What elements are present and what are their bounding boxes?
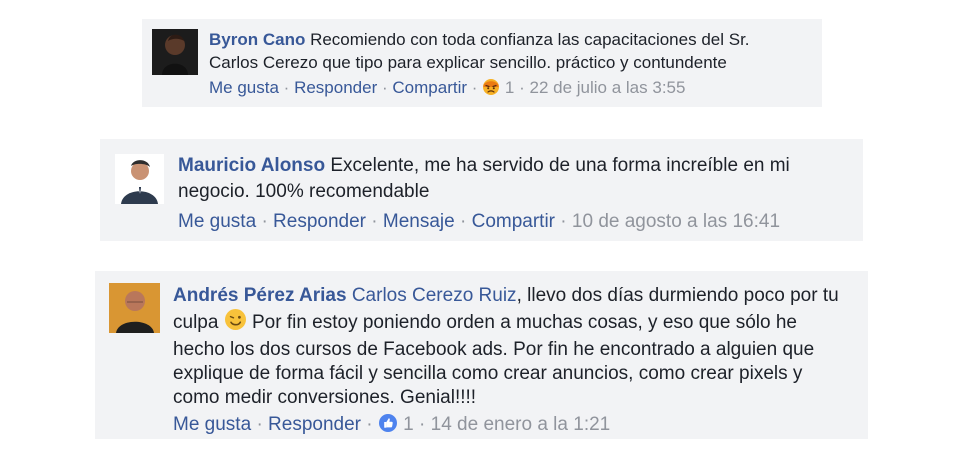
comment-text-line: explique de forma fácil y sencilla como … <box>173 363 803 384</box>
comment-content: Mauricio Alonso Excelente, me ha servido… <box>178 153 848 235</box>
separator-dot: · <box>381 78 388 97</box>
comment-content: Andrés Pérez Arias Carlos Cerezo Ruiz, l… <box>173 284 853 440</box>
comment-line: culpa Por fin estoy poniendo orden a muc… <box>173 308 853 338</box>
reaction-count[interactable]: 1 <box>505 78 514 97</box>
comment-text-line: Por fin estoy poniendo orden a muchas co… <box>246 312 797 333</box>
comment-line: Mauricio Alonso Excelente, me ha servido… <box>178 153 848 179</box>
comment-text-line: como medir conversiones. Genial!!!! <box>173 387 477 408</box>
wink-emoji-icon <box>224 308 247 338</box>
separator-dot: · <box>560 211 567 232</box>
reply-button[interactable]: Responder <box>273 211 366 232</box>
comment-line: Byron Cano Recomiendo con toda confianza… <box>209 28 809 51</box>
comment-text-line: , llevo dos días durmiendo poco por tu <box>516 285 839 306</box>
comment-text-line: Recomiendo con toda confianza las capaci… <box>310 30 750 49</box>
timestamp[interactable]: 14 de enero a la 1:21 <box>431 414 611 435</box>
separator-dot: · <box>256 414 263 435</box>
avatar[interactable] <box>109 283 160 333</box>
comment-card: Andrés Pérez Arias Carlos Cerezo Ruiz, l… <box>95 271 868 439</box>
share-button[interactable]: Compartir <box>472 211 555 232</box>
separator-dot: · <box>519 78 525 97</box>
author-name[interactable]: Andrés Pérez Arias <box>173 285 347 306</box>
comment-text-line: negocio. 100% recomendable <box>178 181 430 202</box>
comment-actions: Me gusta · Responder · Compartir · 1 · 2… <box>209 76 809 102</box>
comment-line: Andrés Pérez Arias Carlos Cerezo Ruiz, l… <box>173 284 853 308</box>
like-button[interactable]: Me gusta <box>209 78 279 97</box>
comment-text-line: culpa <box>173 312 219 333</box>
like-thumb-icon[interactable] <box>378 413 398 440</box>
angry-face-reaction-icon[interactable] <box>482 78 500 102</box>
avatar[interactable] <box>115 154 164 204</box>
comment-line: negocio. 100% recomendable <box>178 179 848 205</box>
comment-line: explique de forma fácil y sencilla como … <box>173 362 853 386</box>
author-name[interactable]: Mauricio Alonso <box>178 155 325 176</box>
comment-actions: Me gusta · Responder · Mensaje · Compart… <box>178 209 848 235</box>
comment-line: hecho los dos cursos de Facebook ads. Po… <box>173 338 853 362</box>
comment-line: como medir conversiones. Genial!!!! <box>173 386 853 410</box>
message-button[interactable]: Mensaje <box>383 211 455 232</box>
reply-button[interactable]: Responder <box>268 414 361 435</box>
comment-text-line: Excelente, me ha servido de una forma in… <box>330 155 790 176</box>
comment-card: Mauricio Alonso Excelente, me ha servido… <box>100 139 863 241</box>
avatar[interactable] <box>152 29 198 75</box>
timestamp[interactable]: 22 de julio a las 3:55 <box>530 78 686 97</box>
comment-actions: Me gusta · Responder · 1 · 14 de enero a… <box>173 413 853 440</box>
separator-dot: · <box>419 414 426 435</box>
separator-dot: · <box>371 211 378 232</box>
user-avatar-icon <box>115 154 164 204</box>
like-button[interactable]: Me gusta <box>178 211 256 232</box>
separator-dot: · <box>261 211 268 232</box>
user-avatar-icon <box>109 283 160 333</box>
separator-dot: · <box>283 78 290 97</box>
comment-line: Carlos Cerezo que tipo para explicar sen… <box>209 51 809 74</box>
like-button[interactable]: Me gusta <box>173 414 251 435</box>
comment-card: Byron Cano Recomiendo con toda confianza… <box>142 19 822 107</box>
comment-content: Byron Cano Recomiendo con toda confianza… <box>209 28 809 102</box>
comment-text-line: hecho los dos cursos de Facebook ads. Po… <box>173 339 815 360</box>
separator-dot: · <box>366 414 373 435</box>
separator-dot: · <box>471 78 478 97</box>
timestamp[interactable]: 10 de agosto a las 16:41 <box>572 211 780 232</box>
author-name[interactable]: Byron Cano <box>209 30 305 49</box>
user-avatar-icon <box>152 29 198 75</box>
share-button[interactable]: Compartir <box>392 78 467 97</box>
reaction-count[interactable]: 1 <box>403 414 414 435</box>
mention-link[interactable]: Carlos Cerezo Ruiz <box>352 285 517 306</box>
comment-text-line: Carlos Cerezo que tipo para explicar sen… <box>209 53 727 72</box>
reply-button[interactable]: Responder <box>294 78 377 97</box>
separator-dot: · <box>460 211 467 232</box>
